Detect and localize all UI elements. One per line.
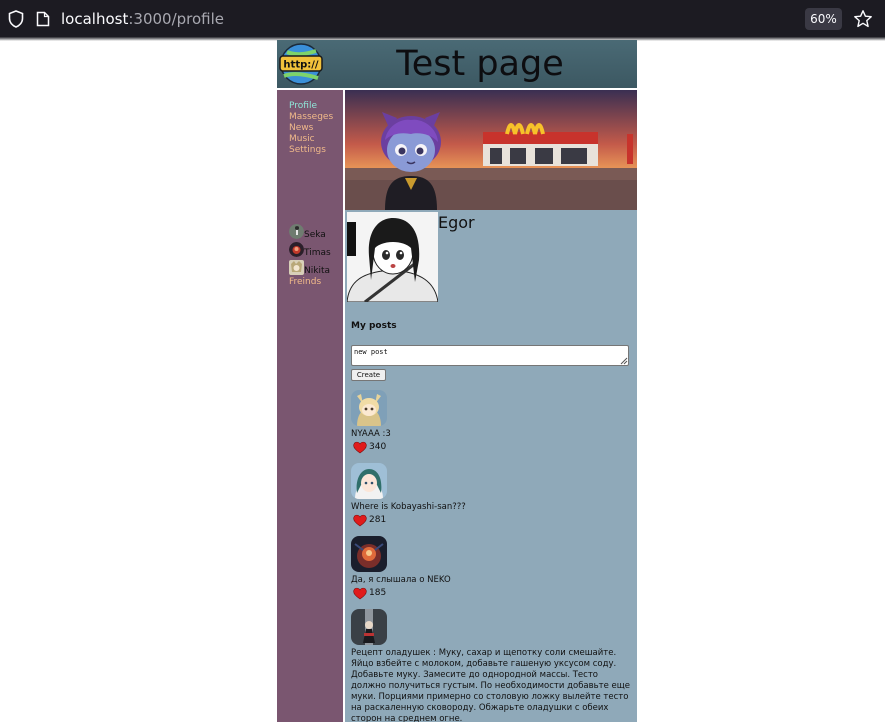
- friends-link[interactable]: Freinds: [289, 277, 321, 288]
- friend-avatar: [289, 224, 304, 239]
- url-path: :3000/profile: [128, 10, 225, 28]
- address-bar[interactable]: localhost:3000/profile: [61, 10, 224, 28]
- url-host: localhost: [61, 10, 129, 28]
- post-item: Рецепт оладушек : Муку, сахар и щепотку …: [351, 609, 631, 722]
- post-avatar: [351, 536, 387, 572]
- like-count: 281: [369, 515, 387, 525]
- post-text: Да, я слышала о NEKO: [351, 575, 451, 585]
- profile-avatar[interactable]: [347, 212, 438, 302]
- page-icon[interactable]: [36, 11, 50, 27]
- post-item: NYAAA :3 340: [351, 390, 631, 456]
- heart-icon: [353, 441, 367, 454]
- bookmark-star-icon[interactable]: [853, 9, 873, 29]
- resize-grip-icon[interactable]: [619, 356, 628, 365]
- post-text: NYAAA :3: [351, 429, 391, 439]
- friend-name: Seka: [304, 230, 326, 240]
- post-avatar: [351, 390, 387, 426]
- shield-icon[interactable]: [8, 10, 24, 28]
- post-item: Да, я слышала о NEKO 185: [351, 536, 631, 602]
- post-text: Where is Kobayashi-san???: [351, 502, 466, 512]
- page-container: http:// Test page Profile Masseges News …: [277, 40, 637, 722]
- post-avatar: [351, 609, 387, 645]
- create-post-button[interactable]: Create: [351, 369, 386, 381]
- friend-avatar: [289, 242, 304, 257]
- heart-icon: [353, 514, 367, 527]
- profile-name: Egor: [438, 213, 475, 232]
- nav-item-news[interactable]: News: [289, 123, 333, 134]
- cover-image: [345, 90, 637, 210]
- nav-item-settings[interactable]: Settings: [289, 145, 333, 156]
- nav-item-music[interactable]: Music: [289, 134, 333, 145]
- zoom-level-button[interactable]: 60%: [805, 8, 842, 30]
- page-title: Test page: [396, 44, 564, 84]
- nav-item-profile[interactable]: Profile: [289, 101, 333, 112]
- page-header: http:// Test page: [277, 40, 637, 88]
- posts-section-title: My posts: [351, 321, 397, 331]
- new-post-textarea[interactable]: new post: [351, 345, 629, 366]
- friend-name: Timas: [304, 248, 331, 258]
- profile-content: Egor My posts new post Create NYAAA :3 3…: [345, 90, 637, 722]
- like-count: 185: [369, 588, 387, 598]
- post-avatar: [351, 463, 387, 499]
- like-count: 340: [369, 442, 387, 452]
- friend-avatar: [289, 260, 304, 275]
- sidebar: Profile Masseges News Music Settings Sek…: [277, 90, 343, 722]
- nav-menu: Profile Masseges News Music Settings: [289, 101, 333, 156]
- nav-item-messages[interactable]: Masseges: [289, 112, 333, 123]
- browser-toolbar: localhost:3000/profile 60%: [0, 0, 885, 37]
- friend-name: Nikita: [304, 266, 330, 276]
- post-item: Where is Kobayashi-san??? 281: [351, 463, 631, 529]
- post-text: Рецепт оладушек : Муку, сахар и щепотку …: [351, 648, 631, 722]
- heart-icon: [353, 587, 367, 600]
